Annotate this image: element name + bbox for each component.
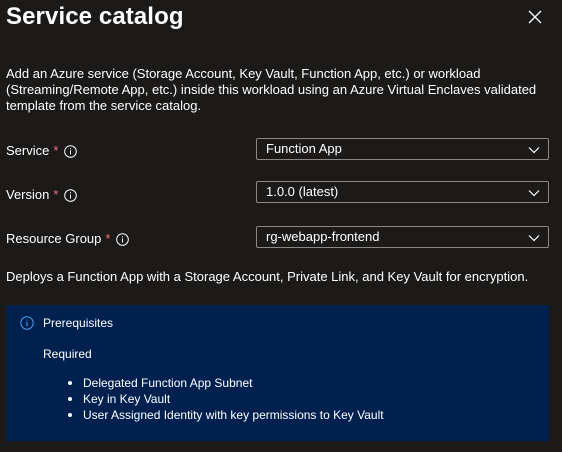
panel-description: Add an Azure service (Storage Account, K… [6, 66, 537, 113]
chevron-down-icon [527, 186, 541, 200]
prerequisites-subtitle: Required [43, 347, 92, 361]
required-marker: * [105, 231, 111, 246]
version-dropdown[interactable]: 1.0.0 (latest) [256, 181, 549, 203]
list-item: Key in Key Vault [66, 391, 384, 407]
prerequisites-title: Prerequisites [43, 316, 114, 330]
resource-group-label: Resource Group [6, 231, 102, 246]
version-label: Version [6, 187, 50, 202]
resource-group-dropdown[interactable]: rg-webapp-frontend [256, 226, 549, 248]
required-marker: * [53, 143, 59, 158]
list-item: Delegated Function App Subnet [66, 375, 384, 391]
resource-group-dropdown-value: rg-webapp-frontend [266, 229, 380, 244]
list-item: User Assigned Identity with key permissi… [66, 407, 384, 423]
close-icon [524, 6, 546, 28]
version-label-group: Version * [6, 187, 78, 203]
info-icon[interactable] [64, 188, 78, 202]
close-button[interactable] [524, 6, 546, 28]
service-dropdown-value: Function App [266, 141, 342, 156]
service-catalog-panel: Service catalog Add an Azure service (St… [0, 0, 562, 452]
version-dropdown-value: 1.0.0 (latest) [266, 184, 339, 199]
deploy-description: Deploys a Function App with a Storage Ac… [6, 269, 529, 284]
chevron-down-icon [527, 231, 541, 245]
service-label: Service [6, 143, 50, 158]
prerequisites-list: Delegated Function App Subnet Key in Key… [66, 375, 384, 423]
required-marker: * [53, 187, 59, 202]
service-dropdown[interactable]: Function App [256, 138, 549, 160]
panel-title: Service catalog [6, 3, 184, 30]
service-label-group: Service * [6, 143, 78, 159]
info-icon [20, 316, 34, 330]
chevron-down-icon [527, 143, 541, 157]
prerequisites-info-box: Prerequisites Required Delegated Functio… [6, 305, 549, 441]
resource-group-label-group: Resource Group * [6, 231, 130, 247]
info-icon[interactable] [64, 144, 78, 158]
info-icon[interactable] [116, 232, 130, 246]
